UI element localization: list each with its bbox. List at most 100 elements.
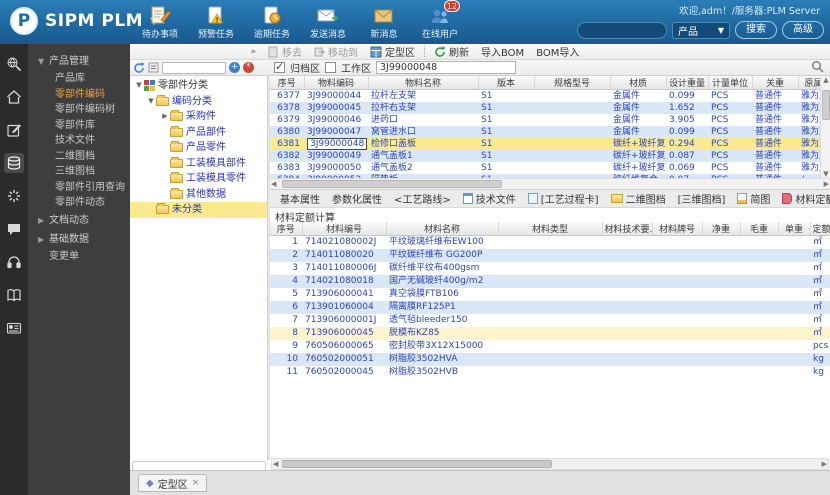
column-header[interactable]: 材料牌号 [652, 222, 703, 236]
tree-node[interactable]: 产品零件 [130, 140, 267, 156]
database-icon[interactable] [4, 153, 24, 173]
search-category-select[interactable]: 产品 ▼ [672, 21, 730, 39]
sidebar-group-product-mgmt[interactable]: ▼ 产品管理 [28, 52, 130, 71]
sidebar-menu-item[interactable]: 零部件引用查询 [28, 180, 130, 196]
scrollbar-thumb[interactable] [282, 180, 502, 188]
parts-horizontal-scrollbar[interactable]: ◀ ▶ [270, 178, 830, 189]
sidebar-menu-item[interactable]: 零部件库 [28, 118, 130, 134]
home-icon[interactable] [4, 87, 24, 107]
tree-search-input[interactable] [162, 61, 226, 74]
tree-node[interactable]: 工装模具部件 [130, 156, 267, 172]
fixed-area-bottom-tab[interactable]: ◆ 定型区 × [138, 474, 208, 492]
remove-button[interactable]: 移去 [262, 44, 308, 59]
column-header[interactable]: 定额单位 [810, 222, 830, 236]
scrollbar-thumb[interactable] [282, 460, 552, 468]
tab-sketch[interactable]: 简图 [731, 190, 776, 207]
parts-vertical-scrollbar[interactable]: ▲ ▼ [820, 76, 830, 178]
caret-right-icon[interactable]: ▶ [160, 109, 170, 125]
materials-table-row[interactable]: 10 760502000051 树脂胶3502HVA kg [270, 353, 830, 366]
tree-add-icon[interactable]: + [229, 62, 240, 73]
tab-parametric-properties[interactable]: 参数化属性 [326, 190, 388, 207]
tree-node[interactable]: 其他数据 [130, 187, 267, 203]
sidebar-menu-item[interactable]: 二维图档 [28, 149, 130, 165]
materials-table-row[interactable]: 4 714021080018 国产无碱玻纤400g/m2 ㎡ [270, 275, 830, 288]
column-header[interactable]: 物料名称 [368, 76, 479, 90]
column-header[interactable]: 单重 [778, 222, 811, 236]
sidebar-menu-item[interactable]: 零部件动态 [28, 195, 130, 211]
search-input[interactable] [577, 21, 667, 39]
sidebar-menu-item[interactable]: 三维图档 [28, 164, 130, 180]
scroll-left-icon[interactable]: ◀ [273, 460, 278, 468]
column-header[interactable]: 原属产品号 [798, 76, 820, 90]
tree-node-unclassified[interactable]: 未分类 [130, 202, 267, 218]
column-header[interactable]: 材料编号 [302, 222, 387, 236]
materials-table-row[interactable]: 3 714011080006J 碳纤维平纹布400gsm ㎡ [270, 262, 830, 275]
tree-node[interactable]: ▶ 采购件 [130, 109, 267, 125]
spinner-icon[interactable] [4, 186, 24, 206]
tree-filter-icon[interactable] [148, 62, 159, 73]
refresh-button[interactable]: 刷新 [428, 44, 475, 59]
tab-material-quota[interactable]: 材料定额 [776, 190, 830, 207]
tree-node-root[interactable]: ▼ 零部件分类 [130, 78, 267, 94]
sidebar-menu-item[interactable]: 产品库 [28, 71, 130, 87]
tree-node[interactable]: 产品部件 [130, 125, 267, 141]
sidebar-group-basic-data[interactable]: ▶ 基础数据 [28, 230, 130, 249]
online-users-button[interactable]: 12 在线用户 [412, 0, 468, 40]
code-filter-input[interactable]: 3J99000048 [376, 61, 516, 74]
column-header[interactable]: 规格型号 [534, 76, 611, 90]
materials-table-row[interactable]: 7 713906000001J 透气毡bleeder150 ㎡ [270, 314, 830, 327]
tree-refresh-icon[interactable] [133, 62, 145, 74]
materials-horizontal-scrollbar[interactable]: ◀ ▶ [271, 458, 829, 470]
parts-table-row[interactable]: 6382 3J99000049 通气盖板1 S1 碳纤+玻纤复... 0.087… [270, 150, 820, 162]
column-header[interactable]: 材质 [610, 76, 667, 90]
materials-table-row[interactable]: 8 713906000045 脱模布KZ85 ㎡ [270, 327, 830, 340]
scroll-left-icon[interactable]: ◀ [271, 180, 276, 188]
column-header[interactable]: 设计重量 [666, 76, 709, 90]
todo-button[interactable]: 待办事项 [132, 3, 188, 40]
search-button[interactable]: 搜索 [735, 21, 777, 39]
column-header[interactable]: 序号 [270, 76, 305, 90]
parts-table-row[interactable]: 6377 3J99000044 拉杆左支架 S1 金属件 0.099 PCS 普… [270, 90, 820, 103]
materials-table-row[interactable]: 2 714011080020 平纹碳纤维布 GG200P ㎡ [270, 249, 830, 262]
column-header[interactable]: 材料技术要... [602, 222, 653, 236]
sidebar-group-doc-dynamics[interactable]: ▶ 文档动态 [28, 211, 130, 230]
sidebar-item-change-order[interactable]: 变更单 [28, 249, 130, 265]
column-header[interactable]: 净重 [702, 222, 741, 236]
parts-table-row[interactable]: 6379 3J99000046 进药口 S1 金属件 3.905 PCS 普通件… [270, 114, 820, 126]
workspace-checkbox[interactable] [325, 62, 336, 73]
tree-node[interactable]: 工装模具零件 [130, 171, 267, 187]
column-header[interactable]: 关重 [752, 76, 799, 90]
tab-process-route[interactable]: <工艺路线> [388, 190, 457, 207]
parts-table-row[interactable]: 6381 3J99000048 检修口盖板 S1 碳纤+玻纤复... 0.294… [270, 138, 820, 150]
column-header[interactable]: 序号 [270, 222, 303, 236]
caret-down-icon[interactable]: ▼ [134, 78, 144, 94]
scrollbar-thumb[interactable] [822, 90, 830, 120]
collapse-chevron-icon[interactable]: » [250, 47, 256, 57]
scroll-right-icon[interactable]: ▶ [824, 180, 829, 188]
book-icon[interactable] [4, 285, 24, 305]
column-header[interactable]: 材料名称 [386, 222, 499, 236]
materials-table-row[interactable]: 9 760506000065 密封胶带3X12X15000 pcs [270, 340, 830, 353]
tab-2d-drawings[interactable]: 二维图档 [605, 190, 672, 207]
column-header[interactable]: 材料类型 [498, 222, 603, 236]
scroll-up-icon[interactable]: ▲ [821, 76, 830, 84]
tab-3d-drawings[interactable]: [三维图档] [672, 190, 732, 207]
advanced-search-button[interactable]: 高级 [782, 21, 824, 39]
parts-table-row[interactable]: 6380 3J99000047 窝管进水口 S1 金属件 0.099 PCS 普… [270, 126, 820, 138]
new-message-button[interactable]: 新消息 [356, 3, 412, 40]
materials-table-row[interactable]: 11 760502000045 树脂胶3502HVB kg [270, 366, 830, 379]
archive-checkbox[interactable] [274, 60, 285, 73]
headset-icon[interactable] [4, 252, 24, 272]
column-header[interactable]: 毛重 [740, 222, 779, 236]
column-header[interactable]: 计量单位 [708, 76, 753, 90]
search-globe-icon[interactable] [4, 54, 24, 74]
idcard-icon[interactable] [4, 318, 24, 338]
bom-import-button[interactable]: BOM导入 [530, 44, 585, 59]
tab-process-card[interactable]: [工艺过程卡] [522, 190, 605, 207]
parts-table-row[interactable]: 6383 3J99000050 通气盖板2 S1 碳纤+玻纤复... 0.069… [270, 162, 820, 174]
caret-down-icon[interactable]: ▼ [146, 94, 156, 110]
materials-table-row[interactable]: 1 714021080002J 平纹玻璃纤维布EW100 ㎡ [270, 236, 830, 250]
import-bom-button[interactable]: 导入BOM [475, 44, 530, 59]
parts-table-row[interactable]: 6378 3J99000045 拉杆右支架 S1 金属件 1.652 PCS 普… [270, 102, 820, 114]
materials-table-row[interactable]: 5 713906000041 真空袋膜FTB106 ㎡ [270, 288, 830, 301]
